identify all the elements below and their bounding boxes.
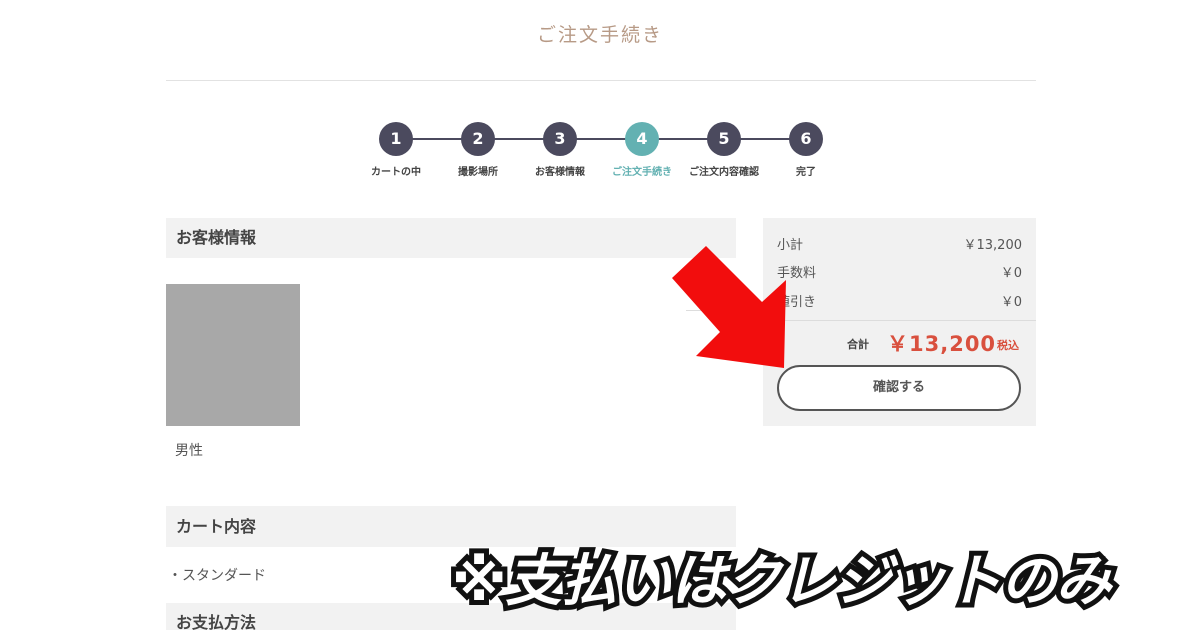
- credit-only-banner: ※支払いはクレジットのみ: [447, 544, 1116, 619]
